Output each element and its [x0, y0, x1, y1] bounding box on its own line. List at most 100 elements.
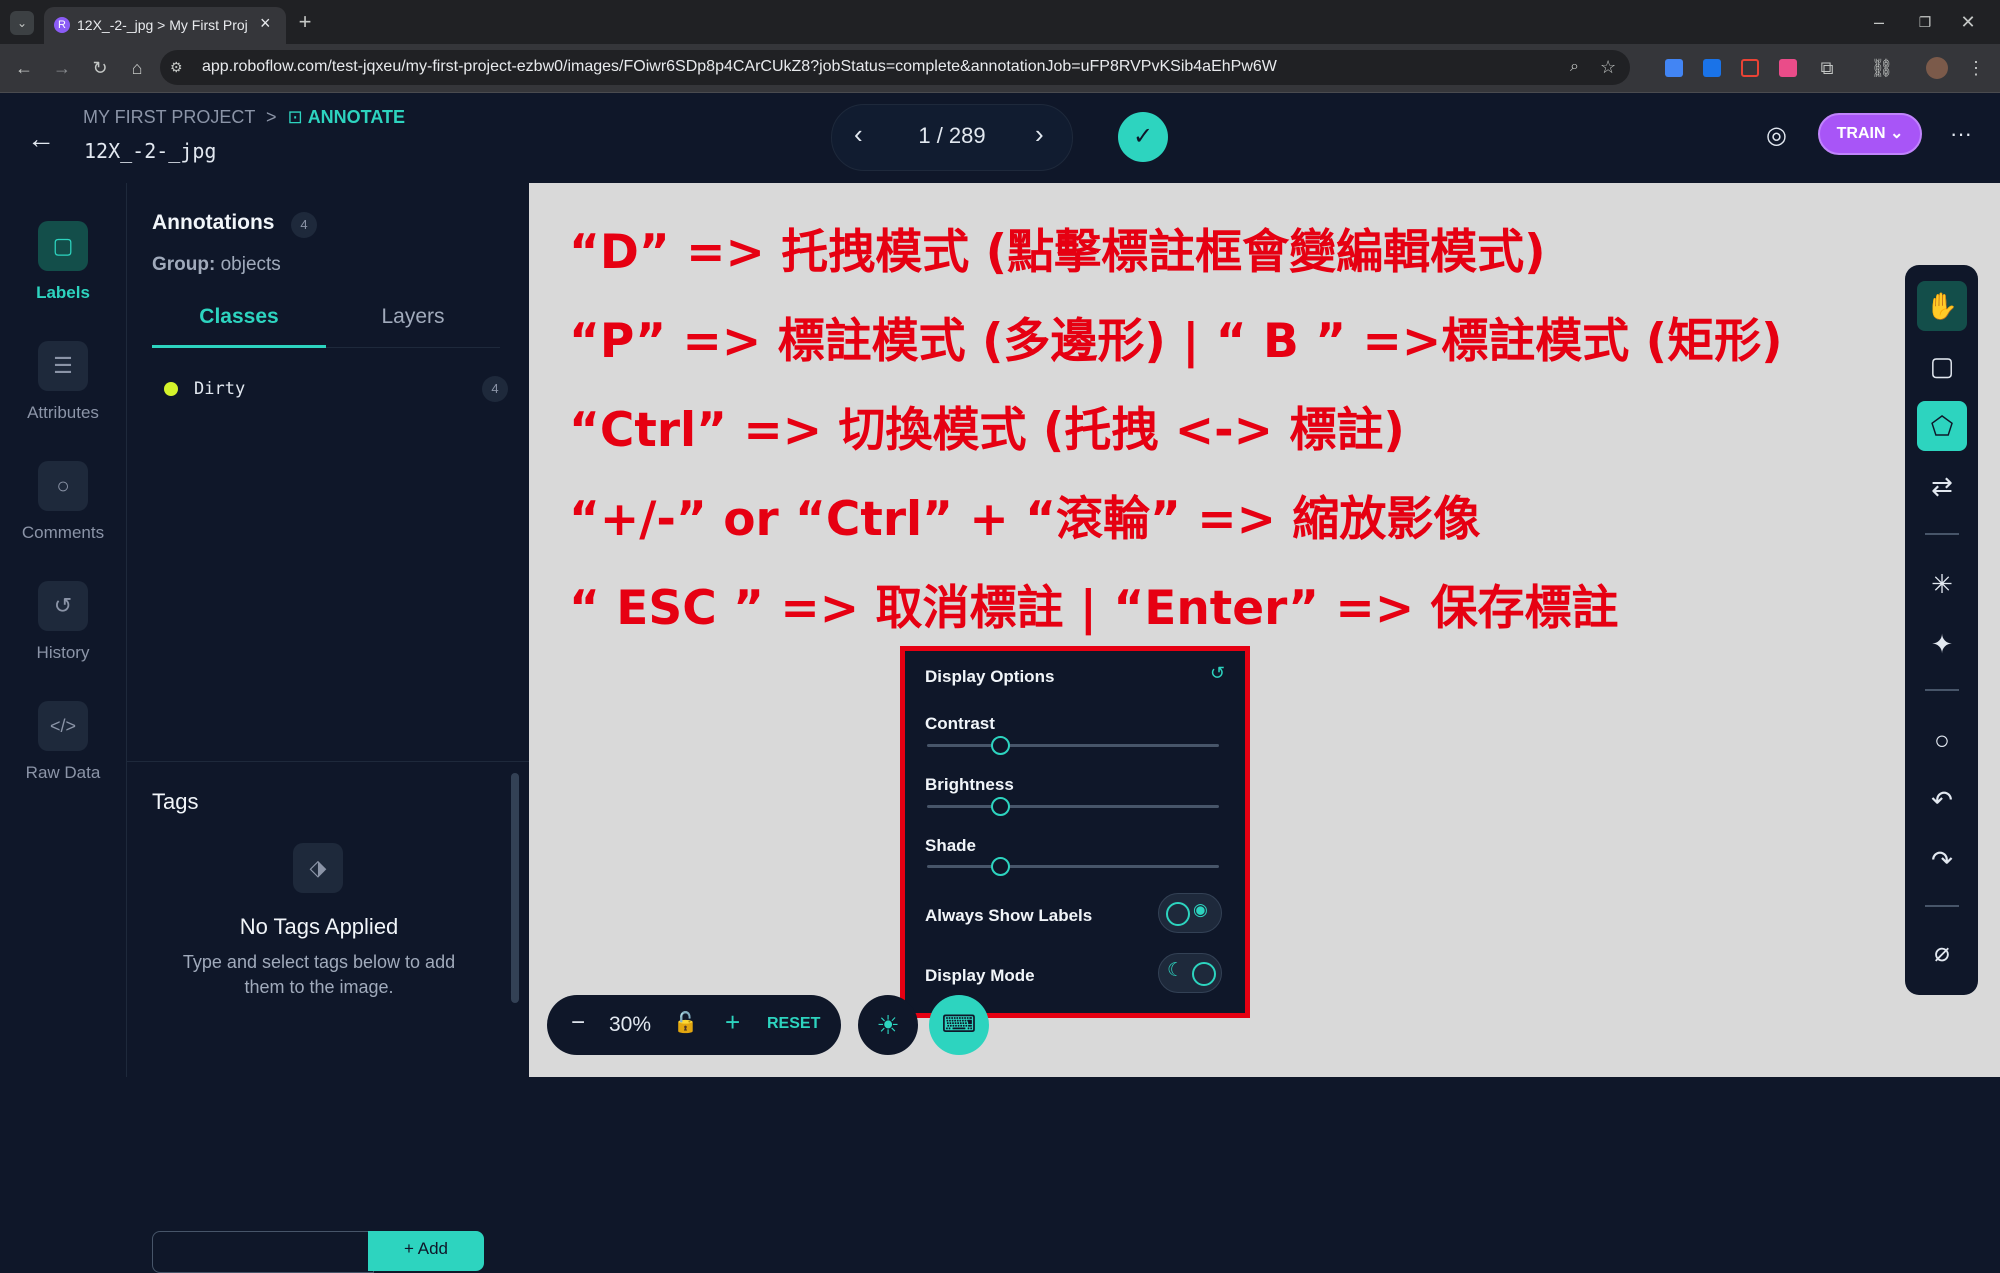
extensions-puzzle-icon[interactable]: ⧉ — [1815, 56, 1839, 80]
group-label: Group: — [152, 254, 216, 275]
nav-comments[interactable]: Comments — [0, 523, 126, 543]
code-icon[interactable]: </> — [38, 701, 88, 751]
smart-polygon-icon[interactable]: ✳ — [1917, 559, 1967, 609]
swap-mode-icon[interactable]: ⇄ — [1917, 461, 1967, 511]
forward-icon[interactable]: → — [50, 56, 74, 80]
class-row[interactable]: Dirty 4 — [152, 375, 508, 405]
tab-classes-underline — [152, 345, 326, 348]
reset-options-icon[interactable]: ↺ — [1210, 663, 1225, 684]
magic-wand-icon[interactable]: ✦ — [1917, 619, 1967, 669]
group-value[interactable]: objects — [221, 254, 281, 275]
extension-capture-icon[interactable] — [1741, 59, 1759, 77]
null-annotation-icon[interactable]: ⌀ — [1917, 927, 1967, 977]
nav-raw-data[interactable]: Raw Data — [0, 763, 126, 783]
zoom-out-button[interactable]: − — [571, 1009, 585, 1037]
extension-download-icon[interactable] — [1703, 59, 1721, 77]
reload-icon[interactable]: ↻ — [88, 56, 112, 80]
comment-icon[interactable]: ○ — [38, 461, 88, 511]
link-icon[interactable]: ⛓ — [1870, 56, 1894, 80]
always-show-labels-toggle[interactable]: ◉ — [1158, 893, 1222, 933]
display-mode-label: Display Mode — [925, 966, 1035, 985]
breadcrumb-project[interactable]: MY FIRST PROJECT — [83, 107, 255, 127]
browser-tab[interactable]: R 12X_-2-_jpg > My First Proje × — [44, 7, 286, 44]
minimize-icon[interactable]: – — [1867, 10, 1891, 34]
always-show-labels-label: Always Show Labels — [925, 906, 1093, 925]
tab-list-icon[interactable]: ⌄ — [10, 11, 34, 35]
nav-history[interactable]: History — [0, 643, 126, 663]
comment-tool-icon[interactable]: ○ — [1917, 715, 1967, 765]
class-count: 4 — [482, 376, 508, 402]
lock-zoom-icon[interactable]: 🔓 — [673, 1010, 698, 1035]
zoom-icon[interactable]: ⌕ — [1570, 55, 1579, 79]
display-options-button[interactable]: ☀ — [858, 995, 918, 1055]
back-icon[interactable]: ← — [12, 56, 36, 80]
chevron-down-icon: ⌄ — [1889, 125, 1904, 142]
url-text: app.roboflow.com/test-jqxeu/my-first-pro… — [202, 58, 1277, 75]
instruction-line: “ ESC ” => 取消標註 | “Enter” => 保存標註 — [569, 581, 1619, 636]
url-box[interactable]: ⚙ app.roboflow.com/test-jqxeu/my-first-p… — [160, 50, 1630, 85]
no-tags-title: No Tags Applied — [239, 914, 399, 939]
breadcrumb: MY FIRST PROJECT > ⊡ ANNOTATE — [83, 107, 405, 128]
contrast-slider[interactable] — [927, 744, 1219, 747]
tab-title: 12X_-2-_jpg > My First Proje — [77, 17, 247, 33]
extension-translate-icon[interactable] — [1665, 59, 1683, 77]
contrast-slider-thumb[interactable] — [991, 736, 1010, 755]
breadcrumb-separator: > — [266, 107, 277, 127]
approve-check-button[interactable]: ✓ — [1118, 112, 1168, 162]
window-close-icon[interactable]: ✕ — [1956, 10, 1980, 34]
toggle-knob — [1166, 902, 1190, 926]
annotations-count: 4 — [291, 212, 317, 238]
back-arrow-icon[interactable]: ← — [27, 123, 55, 155]
brightness-slider-thumb[interactable] — [991, 797, 1010, 816]
more-options-icon[interactable]: ··· — [1950, 121, 1972, 147]
zoom-in-button[interactable]: + — [725, 1007, 740, 1038]
roboflow-favicon-icon: R — [54, 17, 70, 33]
instruction-line: “+/-” or “Ctrl” + “滾輪” => 縮放影像 — [569, 492, 1481, 547]
panel-scrollbar[interactable] — [511, 773, 519, 1003]
list-icon[interactable]: ☰ — [38, 341, 88, 391]
display-options-popover: Display Options ↺ Contrast Brightness Sh… — [900, 646, 1250, 1018]
tag-input[interactable] — [152, 1231, 374, 1273]
extension-home-icon[interactable] — [1779, 59, 1797, 77]
brightness-slider[interactable] — [927, 805, 1219, 808]
restore-icon[interactable]: ❐ — [1913, 10, 1937, 34]
nav-labels[interactable]: Labels — [0, 283, 126, 303]
history-icon[interactable]: ↺ — [38, 581, 88, 631]
home-icon[interactable]: ⌂ — [125, 56, 149, 80]
train-label: TRAIN — [1836, 125, 1886, 142]
profile-avatar[interactable] — [1926, 57, 1948, 79]
left-nav: ▢ Labels ☰ Attributes ○ Comments ↺ Histo… — [0, 183, 127, 1077]
site-info-icon[interactable]: ⚙ — [170, 55, 183, 79]
drag-hand-icon[interactable]: ✋ — [1917, 281, 1967, 331]
keyboard-shortcuts-button[interactable]: ⌨ — [929, 995, 989, 1055]
toolbar-separator — [1925, 689, 1959, 691]
nav-attributes[interactable]: Attributes — [0, 403, 126, 423]
bounding-box-tool-icon[interactable]: ▢ — [1917, 341, 1967, 391]
display-mode-toggle[interactable]: ☾ — [1158, 953, 1222, 993]
polygon-tool-icon[interactable]: ⬠ — [1917, 401, 1967, 451]
label-icon[interactable]: ▢ — [38, 221, 88, 271]
image-canvas[interactable]: “D” => 托拽模式 (點擊標註框會變編輯模式) “P” => 標註模式 (多… — [529, 183, 2000, 1077]
class-color-dot — [164, 382, 178, 396]
undo-icon[interactable]: ↶ — [1917, 775, 1967, 825]
new-tab-icon[interactable]: + — [293, 10, 317, 34]
tags-title: Tags — [152, 789, 199, 814]
bookmark-star-icon[interactable]: ☆ — [1600, 55, 1616, 79]
add-tag-button[interactable]: + Add — [368, 1231, 484, 1271]
panel-divider — [127, 761, 529, 762]
tab-close-icon[interactable]: × — [260, 13, 271, 34]
shade-slider[interactable] — [927, 865, 1219, 868]
redo-icon[interactable]: ↷ — [1917, 835, 1967, 885]
tab-layers[interactable]: Layers — [326, 305, 500, 329]
breadcrumb-mode: ANNOTATE — [307, 107, 406, 127]
shade-slider-thumb[interactable] — [991, 857, 1010, 876]
tab-classes[interactable]: Classes — [152, 305, 326, 329]
toolbar-separator — [1925, 533, 1959, 535]
next-image-icon[interactable]: › — [1035, 119, 1044, 150]
train-button[interactable]: TRAIN ⌄ — [1818, 113, 1922, 155]
browser-tab-bar: ⌄ R 12X_-2-_jpg > My First Proje × + – ❐… — [0, 0, 2000, 44]
reset-zoom-button[interactable]: RESET — [767, 1015, 820, 1033]
browser-menu-icon[interactable]: ⋮ — [1966, 56, 1986, 80]
moon-icon: ☾ — [1167, 960, 1185, 981]
hide-annotations-icon[interactable]: ◎ — [1766, 121, 1787, 150]
